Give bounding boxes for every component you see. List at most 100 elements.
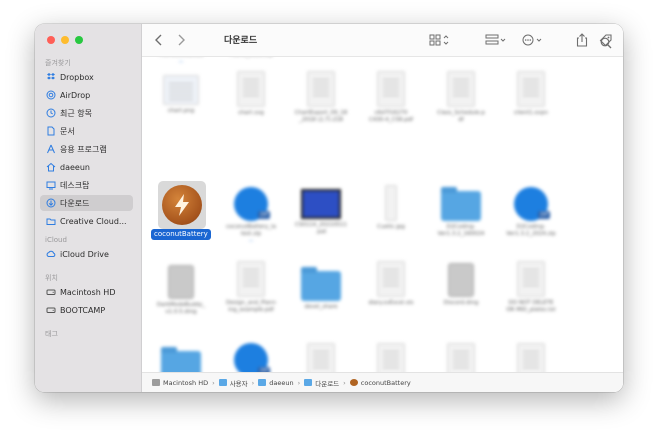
sidebar-section-tags: 태그 xyxy=(45,330,58,338)
sidebar-item-desktop[interactable]: 데스크탑 xyxy=(40,177,133,193)
sidebar-item-label: 최근 항목 xyxy=(60,108,92,118)
dropbox-icon xyxy=(46,72,56,82)
file-item[interactable]: download (1).jpg xyxy=(290,343,352,372)
sidebar-item-label: AirDrop xyxy=(60,90,91,100)
file-item[interactable]: devel_share xyxy=(290,267,352,311)
sidebar-item-label: 다운로드 xyxy=(60,198,90,208)
sidebar-item-label: daeeun xyxy=(60,162,90,172)
sidebar-item-macintosh-hd[interactable]: Macintosh HD xyxy=(40,284,133,300)
path-crumb-coconutbattery[interactable]: coconutBattery xyxy=(349,379,411,387)
download-icon xyxy=(46,198,56,208)
crumb-label: daeeun xyxy=(269,378,294,387)
path-separator: › xyxy=(212,378,215,387)
ellipsis-circle-icon[interactable] xyxy=(521,33,545,47)
file-item[interactable]: diary.svExcel.xls xyxy=(360,261,422,307)
folder-icon xyxy=(258,379,267,386)
path-crumb-users[interactable]: 사용자 xyxy=(218,378,248,388)
file-item[interactable]: download.jpg xyxy=(430,343,492,372)
crumb-label: 사용자 xyxy=(229,379,248,388)
desktop-icon xyxy=(46,180,56,190)
disk-icon xyxy=(46,305,56,315)
file-item[interactable]: Cuetic.jpg xyxy=(360,185,422,231)
search-icon[interactable] xyxy=(600,34,612,53)
sidebar-item-applications[interactable]: 응용 프로그램 xyxy=(40,141,133,157)
toolbar: 다운로드 xyxy=(142,24,623,57)
file-item[interactable]: 7024115082028— xyxy=(150,57,212,65)
file-item[interactable]: coconutBattery_latest.zip— xyxy=(220,187,282,244)
folder-icon xyxy=(46,216,56,226)
sidebar-item-label: 데스크탑 xyxy=(60,180,90,190)
window-controls xyxy=(47,36,83,44)
path-crumb-daeeun[interactable]: daeeun xyxy=(258,378,294,387)
path-crumb-downloads[interactable]: 다운로드 xyxy=(304,378,339,388)
file-item[interactable]: ChartExport_09_18 _2018 (2,7)-218 xyxy=(290,71,352,124)
sidebar-item-label: BOOTCAMP xyxy=(60,305,106,315)
path-separator: › xyxy=(297,378,301,387)
sidebar-item-creative-cloud[interactable]: Creative Cloud... xyxy=(40,213,133,229)
close-button[interactable] xyxy=(47,36,55,44)
sidebar-item-downloads[interactable]: 다운로드 xyxy=(40,195,133,211)
file-item[interactable]: c6d7f16270 C430-4_C58.pdf xyxy=(360,71,422,124)
sidebar-item-icloud-drive[interactable]: iCloud Drive xyxy=(40,246,133,262)
minimize-button[interactable] xyxy=(61,36,69,44)
zoom-button[interactable] xyxy=(75,36,83,44)
crumb-label: Macintosh HD xyxy=(163,378,209,387)
path-separator: › xyxy=(251,378,255,387)
sidebar-item-label: 응용 프로그램 xyxy=(60,144,107,154)
file-item[interactable]: DongleBookPro-1 xyxy=(150,347,212,372)
file-item[interactable]: chart.png xyxy=(150,75,212,115)
file-item[interactable]: D2Coding- Ver1.3.2_160024 xyxy=(430,187,492,238)
path-separator: › xyxy=(343,378,346,387)
file-item[interactable]: Design_and_Plann ing_example.pdf xyxy=(220,261,282,314)
file-item[interactable]: D2Coding-Ver1.3.2_2024.zip xyxy=(500,187,562,238)
app-icon xyxy=(349,379,358,386)
file-item[interactable]: client1.ovpn xyxy=(500,71,562,117)
chevron-left-icon[interactable] xyxy=(154,33,164,47)
applications-icon xyxy=(46,144,56,154)
file-item[interactable]: DO NOT DELETE OR MID_plates.txt xyxy=(500,261,562,314)
share-icon[interactable] xyxy=(576,33,588,47)
sidebar-item-dropbox[interactable]: Dropbox xyxy=(40,69,133,85)
sidebar-section-favorites: 즐겨찾기 xyxy=(45,59,71,67)
disk-icon xyxy=(46,287,56,297)
document-icon xyxy=(46,126,56,136)
path-bar: Macintosh HD › 사용자 › daeeun › 다운로드 › coc… xyxy=(142,372,623,392)
lightning-icon xyxy=(162,185,202,225)
sidebar-item-documents[interactable]: 문서 xyxy=(40,123,133,139)
folder-icon xyxy=(304,379,313,386)
crumb-label: 다운로드 xyxy=(315,379,340,388)
sidebar-section-locations: 위치 xyxy=(45,274,58,282)
grid-icon[interactable] xyxy=(429,33,449,47)
sidebar-item-label: Dropbox xyxy=(60,72,94,82)
file-item[interactable]: Discord.dmg xyxy=(430,263,492,307)
file-item[interactable]: download.php xyxy=(500,343,562,372)
sidebar-item-home[interactable]: daeeun xyxy=(40,159,133,175)
group-icon[interactable] xyxy=(485,33,507,47)
sidebar-item-recents[interactable]: 최근 항목 xyxy=(40,105,133,121)
clock-icon xyxy=(46,108,56,118)
path-crumb-macintosh-hd[interactable]: Macintosh HD xyxy=(152,379,208,387)
file-item[interactable]: CS0114_20210511 .pat xyxy=(290,189,352,236)
airdrop-icon xyxy=(46,90,56,100)
sidebar-item-label: Creative Cloud... xyxy=(60,216,127,226)
file-item[interactable]: chart.svg xyxy=(220,71,282,117)
disk-icon xyxy=(152,379,160,386)
coconutbattery-app-icon[interactable] xyxy=(162,185,202,225)
file-item[interactable]: download-1.php xyxy=(360,343,422,372)
folder-icon xyxy=(218,379,227,386)
file-item[interactable]: Class_Schedule.p df xyxy=(430,71,492,124)
file-item[interactable]: DarkModeBuddy_ v1.0.5.dmg xyxy=(150,265,212,316)
file-item[interactable]: DongleBookPro-1 xyxy=(220,343,282,372)
selected-file-name[interactable]: coconutBattery xyxy=(151,229,211,240)
sidebar: 즐겨찾기 Dropbox AirDrop 최근 항목 문서 응용 프로그램 da… xyxy=(35,24,142,392)
file-item[interactable]: 70241_1026.zip xyxy=(220,57,282,59)
sidebar-item-bootcamp[interactable]: BOOTCAMP xyxy=(40,302,133,318)
sidebar-item-label: Macintosh HD xyxy=(60,287,116,297)
chevron-right-icon[interactable] xyxy=(176,33,186,47)
window-title: 다운로드 xyxy=(224,36,258,46)
file-grid: 7024115082028— 70241_1026.zip — chart.pn… xyxy=(142,57,623,372)
sidebar-item-airdrop[interactable]: AirDrop xyxy=(40,87,133,103)
home-icon xyxy=(46,162,56,172)
sidebar-section-icloud: iCloud xyxy=(45,236,67,244)
finder-window: 즐겨찾기 Dropbox AirDrop 최근 항목 문서 응용 프로그램 da… xyxy=(35,24,623,392)
